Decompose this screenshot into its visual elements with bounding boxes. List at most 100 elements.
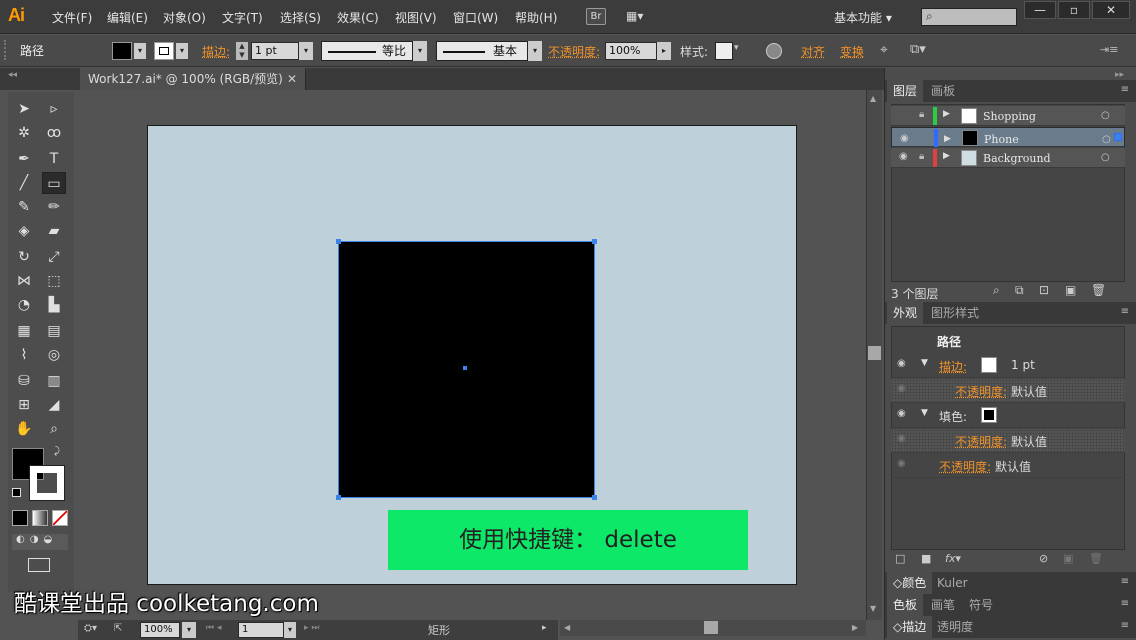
artboard-dropdown-icon[interactable]: ▾ (284, 622, 296, 638)
visibility-eye-icon[interactable]: ◉ (897, 383, 906, 394)
zoom-tool-icon[interactable]: ⌕ (42, 418, 66, 440)
tab-color[interactable]: ◇颜色 (887, 572, 933, 594)
target-icon[interactable]: ○ (1101, 110, 1110, 121)
paintbrush-tool-icon[interactable]: ✎ (12, 196, 36, 218)
new-layer-icon[interactable]: ▣ (1065, 283, 1076, 297)
tab-layers[interactable]: 图层 (887, 80, 924, 102)
delete-item-icon[interactable]: 🗑︎ (1089, 552, 1103, 565)
status-menu-icon[interactable]: ▸ (542, 623, 547, 633)
appearance-object-opacity-row[interactable]: ◉ 不透明度: 默认值 (891, 454, 1125, 478)
artboard-next-icon[interactable]: ▸ ⏭ (304, 623, 319, 633)
menu-file[interactable]: 文件(F) (52, 9, 92, 26)
visibility-eye-icon[interactable]: ◉ (897, 433, 906, 444)
blend-tool-icon[interactable]: ◎ (42, 344, 66, 366)
appearance-fill-row[interactable]: ◉ ▼ 填色: (891, 404, 1125, 428)
collapse-dock-icon[interactable]: ▸▸ (1115, 70, 1124, 80)
layer-name[interactable]: Shopping (983, 110, 1036, 123)
menu-window[interactable]: 窗口(W) (453, 9, 498, 26)
scroll-left-icon[interactable]: ◀ (564, 623, 570, 632)
search-input[interactable]: ⌕ (921, 8, 1017, 26)
opacity-label[interactable]: 不透明度: (955, 383, 1007, 400)
scroll-down-icon[interactable]: ▼ (870, 604, 876, 613)
menu-object[interactable]: 对象(O) (163, 9, 206, 26)
fill-dropdown-icon[interactable]: ▾ (134, 43, 146, 59)
color-panel-menu-icon[interactable]: ≡ (1121, 576, 1129, 587)
scroll-up-icon[interactable]: ▲ (870, 94, 876, 103)
graphic-style-swatch[interactable] (715, 42, 733, 60)
menu-type[interactable]: 文字(T) (222, 9, 263, 26)
gradient-mode-icon[interactable] (32, 510, 48, 526)
tab-stroke[interactable]: ◇描边 (887, 616, 933, 638)
stroke-label[interactable]: 描边: (202, 43, 230, 60)
stroke-weight-dropdown-icon[interactable]: ▾ (299, 42, 313, 60)
default-colors-icon[interactable] (12, 488, 21, 497)
clear-appearance-icon[interactable]: ⊘ (1039, 552, 1048, 565)
visibility-eye-icon[interactable]: ◉ (897, 358, 906, 369)
align-link[interactable]: 对齐 (801, 43, 825, 60)
clipping-mask-icon[interactable]: ⧉ (1015, 283, 1024, 298)
recolor-artwork-icon[interactable] (766, 43, 782, 59)
menu-edit[interactable]: 编辑(E) (107, 9, 148, 26)
expand-triangle-icon[interactable]: ▶ (943, 151, 950, 161)
new-sublayer-icon[interactable]: ⊡ (1039, 283, 1049, 297)
magic-wand-tool-icon[interactable]: ✲ (12, 122, 36, 144)
profile-dropdown-icon[interactable]: ▾ (413, 41, 427, 61)
gradient-tool-icon[interactable]: ▤ (42, 320, 66, 342)
layer-name[interactable]: Phone (984, 132, 1019, 148)
artboard-tool-icon[interactable]: ⊞ (12, 394, 36, 416)
arrange-documents-icon[interactable]: ▦▾ (626, 9, 654, 25)
none-mode-icon[interactable] (52, 510, 68, 526)
handle-bottom-left[interactable] (336, 495, 341, 500)
selected-black-rectangle[interactable] (336, 239, 597, 500)
stroke-label[interactable]: 描边: (939, 358, 967, 375)
hand-tool-icon[interactable]: ✋ (12, 418, 36, 440)
isolate-icon[interactable]: ⌖ (880, 42, 888, 58)
target-icon[interactable]: ○ (1101, 152, 1110, 163)
tab-brushes[interactable]: 画笔 (925, 594, 961, 616)
stroke-panel-menu-icon[interactable]: ≡ (1121, 620, 1129, 631)
locate-object-icon[interactable]: ⌕ (993, 283, 1000, 298)
close-button[interactable]: ✕ (1092, 1, 1130, 19)
line-tool-icon[interactable]: ╱ (12, 172, 36, 194)
expand-triangle-icon[interactable]: ▼ (921, 408, 928, 418)
document-tab[interactable]: Work127.ai* @ 100% (RGB/预览) ✕ (80, 68, 306, 90)
add-stroke-icon[interactable]: □ (895, 552, 905, 565)
width-tool-icon[interactable]: ⋈ (12, 270, 36, 292)
layer-name[interactable]: Background (983, 152, 1051, 165)
appearance-stroke-opacity-row[interactable]: ◉ 不透明度: 默认值 (891, 379, 1125, 403)
artboard-prev-icon[interactable]: ⏮ ◂ (206, 623, 221, 633)
transform-link[interactable]: 变换 (840, 43, 864, 60)
arrange-icon[interactable]: ⧉▾ (910, 42, 926, 57)
layer-row[interactable]: ◉ 🔒︎ ▶ Background ○ (891, 148, 1125, 168)
layers-panel-menu-icon[interactable]: ≡ (1121, 84, 1129, 95)
delete-layer-icon[interactable]: 🗑︎ (1091, 283, 1106, 297)
free-transform-tool-icon[interactable]: ⬚ (42, 270, 66, 292)
lasso-tool-icon[interactable]: ꝏ (42, 122, 66, 144)
collapse-toolbar-icon[interactable]: ◂◂ (8, 70, 17, 80)
style-dropdown-icon[interactable]: ▾ (734, 43, 739, 53)
stroke-weight-field[interactable]: 1 pt (251, 42, 299, 60)
lock-icon[interactable]: 🔒︎ (919, 151, 924, 162)
expand-triangle-icon[interactable]: ▶ (944, 131, 951, 147)
appearance-stroke-row[interactable]: ◉ ▼ 描边: 1 pt (891, 354, 1125, 378)
screen-mode-icon[interactable] (28, 558, 50, 572)
brush-definition[interactable]: 基本 (436, 41, 528, 61)
visibility-eye-icon[interactable]: ◉ (900, 131, 909, 147)
visibility-eye-icon[interactable]: ◉ (897, 458, 906, 469)
stroke-swatch[interactable] (981, 357, 997, 373)
menu-view[interactable]: 视图(V) (395, 9, 437, 26)
selection-indicator[interactable] (1114, 133, 1122, 141)
tab-kuler[interactable]: Kuler (931, 572, 974, 594)
column-graph-tool-icon[interactable]: ▥ (42, 370, 66, 392)
workspace-switcher[interactable]: 基本功能 ▾ (834, 9, 892, 26)
horizontal-scroll-thumb[interactable] (704, 621, 718, 634)
swap-colors-icon[interactable]: ⤸ (54, 446, 60, 457)
rotate-tool-icon[interactable]: ↻ (12, 246, 36, 268)
visibility-eye-icon[interactable]: ◉ (897, 408, 906, 419)
symbol-sprayer-tool-icon[interactable]: ⛁ (12, 370, 36, 392)
perspective-grid-tool-icon[interactable]: ▙ (42, 294, 66, 316)
control-panel-menu-icon[interactable]: ⇥≡ (1100, 43, 1118, 56)
layer-row[interactable]: 🔒︎ ▶ Shopping ○ (891, 106, 1125, 126)
zoom-dropdown-icon[interactable]: ▾ (182, 622, 196, 638)
close-document-icon[interactable]: ✕ (287, 68, 297, 90)
